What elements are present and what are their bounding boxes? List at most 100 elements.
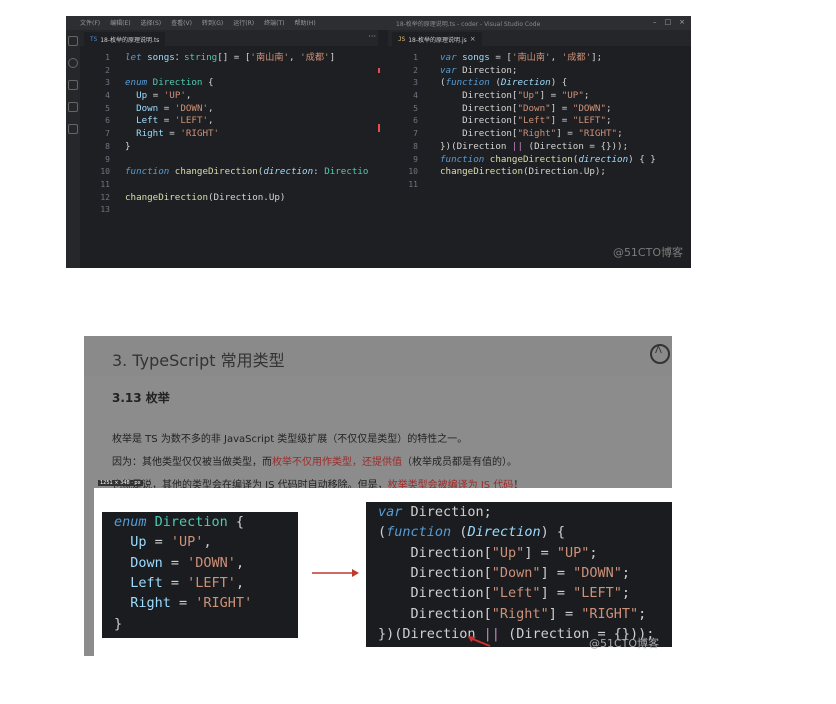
code-token: ( xyxy=(378,524,387,541)
code-token: var xyxy=(378,504,411,520)
code-token: (Direction.Up) xyxy=(207,191,286,203)
code-line: Left = 'LEFT', xyxy=(114,573,244,593)
slide-screenshot: 3. TypeScript 常用类型 Λ 3.13 枚举 枚举是 TS 为数不多… xyxy=(84,336,672,656)
line-content: Direction["Down"] = "DOWN"; xyxy=(440,102,611,116)
maximize-icon[interactable]: □ xyxy=(665,18,672,26)
code-token: , xyxy=(208,115,214,127)
code-token: { xyxy=(227,514,245,530)
code-line: } xyxy=(114,614,122,634)
code-token: , xyxy=(185,90,192,102)
line-number: 3 xyxy=(413,78,418,88)
highlight-text: 枚举不仅用作类型，还提供值 xyxy=(272,457,402,468)
code-token: direction xyxy=(263,166,314,178)
search-icon[interactable] xyxy=(68,58,78,68)
code-token: "Left" xyxy=(491,585,541,602)
tab-ts-file[interactable]: TS 18-枚举的原理说明.ts xyxy=(84,32,166,46)
explorer-icon[interactable] xyxy=(68,36,78,46)
right-arrow-icon xyxy=(312,569,359,577)
code-line: 2 var Direction; xyxy=(388,65,691,78)
line-number: 6 xyxy=(413,116,418,126)
code-token: "UP" xyxy=(556,544,590,561)
line-content: Right = 'RIGHT' xyxy=(125,128,219,141)
line-content: } xyxy=(125,141,131,154)
code-token: '南山南' xyxy=(250,52,290,63)
line-number: 10 xyxy=(100,167,110,177)
editor-pane-js: JS 18-枚举的原理说明.js × 1 var songs = ['南山南', … xyxy=(388,30,691,268)
window-title: 18-枚举的原理说明.ts - coder - Visual Studio Co… xyxy=(396,21,541,28)
code-line: 8} xyxy=(80,141,378,154)
tab-js-file[interactable]: JS 18-枚举的原理说明.js × xyxy=(392,32,482,46)
code-token: Left xyxy=(136,115,159,127)
source-control-icon[interactable] xyxy=(68,80,78,90)
code-token: "RIGHT" xyxy=(578,128,618,140)
menu-run[interactable]: 运行(R) xyxy=(233,18,254,27)
code-token: direction xyxy=(578,153,629,165)
code-editor-ts[interactable]: 1 let songs：string[] = ['南山南', '成都'] 2 3 enu… xyxy=(80,52,378,217)
code-token: = xyxy=(170,595,196,612)
code-editor-js[interactable]: 1 var songs = ['南山南', '成都']; 2 var Directio… xyxy=(388,52,691,192)
more-actions-icon[interactable]: ··· xyxy=(368,32,376,41)
vscode-screenshot: 文件(F) 编辑(E) 选择(S) 查看(V) 转到(G) 运行(R) 终端(T… xyxy=(66,16,691,268)
line-content: enum Direction { xyxy=(125,77,214,90)
code-token: ] xyxy=(329,52,336,63)
line-content: Direction["Right"] = "RIGHT"; xyxy=(440,128,622,141)
menu-file[interactable]: 文件(F) xyxy=(80,18,100,27)
run-debug-icon[interactable] xyxy=(68,102,78,112)
code-token: = xyxy=(158,115,175,127)
code-token: 'LEFT' xyxy=(187,574,236,591)
code-line: 7 Right = 'RIGHT' xyxy=(80,128,378,141)
menu-selection[interactable]: 选择(S) xyxy=(141,18,162,27)
tab-bar: JS 18-枚举的原理说明.js × xyxy=(388,30,691,46)
menu-terminal[interactable]: 终端(T) xyxy=(264,18,284,27)
menu-help[interactable]: 帮助(H) xyxy=(294,18,315,27)
line-number: 4 xyxy=(105,91,110,101)
code-line: 3 enum Direction { xyxy=(80,77,378,90)
code-token: , xyxy=(235,574,245,591)
code-token: "LEFT" xyxy=(572,115,606,127)
code-token: Up xyxy=(136,90,148,102)
line-number: 8 xyxy=(413,141,418,151)
code-token: changeDirection xyxy=(125,191,208,203)
menu-edit[interactable]: 编辑(E) xyxy=(110,18,130,27)
menu-view[interactable]: 查看(V) xyxy=(171,18,192,27)
close-icon[interactable]: × xyxy=(679,18,685,26)
code-token: 'UP' xyxy=(163,90,186,102)
code-token: Left xyxy=(130,574,163,591)
line-content: Direction["Left"] = "LEFT"; xyxy=(440,115,611,128)
code-token: Right xyxy=(136,128,164,140)
code-line: 11 xyxy=(80,179,378,192)
minimize-icon[interactable]: – xyxy=(653,18,657,26)
code-token: Direction[ xyxy=(440,102,518,114)
extensions-icon[interactable] xyxy=(68,124,78,134)
code-token: Direction[ xyxy=(440,115,518,127)
code-token: changeDirection xyxy=(489,153,573,165)
code-token: = xyxy=(158,102,175,114)
code-token: changeDirection xyxy=(174,166,258,178)
code-token: '南山南' xyxy=(511,52,551,63)
code-token: Direction xyxy=(152,77,203,89)
line-number: 9 xyxy=(413,154,418,164)
code-token: Up xyxy=(130,534,147,551)
code-token: let xyxy=(125,52,148,63)
text: 因为：其他类型仅仅被当做类型，而 xyxy=(112,457,272,468)
code-token: = xyxy=(146,534,171,551)
code-token: ) { } xyxy=(628,153,656,165)
code-token: [] = [ xyxy=(217,52,251,63)
code-token: string xyxy=(184,52,218,63)
line-content: Direction["Up"] = "UP"; xyxy=(440,90,589,103)
close-tab-icon[interactable]: × xyxy=(470,35,476,43)
selection-size-label: 1251 × 348 · px xyxy=(98,480,143,486)
line-content: let songs：string[] = ['南山南', '成都'] xyxy=(125,52,335,65)
code-token: "Right" xyxy=(491,605,549,622)
line-content: var Direction; xyxy=(440,65,517,78)
code-token: Direction[ xyxy=(378,605,492,622)
slide-header: 3. TypeScript 常用类型 Λ xyxy=(84,336,672,376)
tab-bar: TS 18-枚举的原理说明.ts ··· xyxy=(80,30,378,46)
code-token: "Down" xyxy=(491,564,541,581)
line-number: 11 xyxy=(100,179,110,189)
menu-go[interactable]: 转到(G) xyxy=(202,18,223,27)
code-token: function xyxy=(125,166,175,178)
code-token: Direction[ xyxy=(378,564,492,581)
